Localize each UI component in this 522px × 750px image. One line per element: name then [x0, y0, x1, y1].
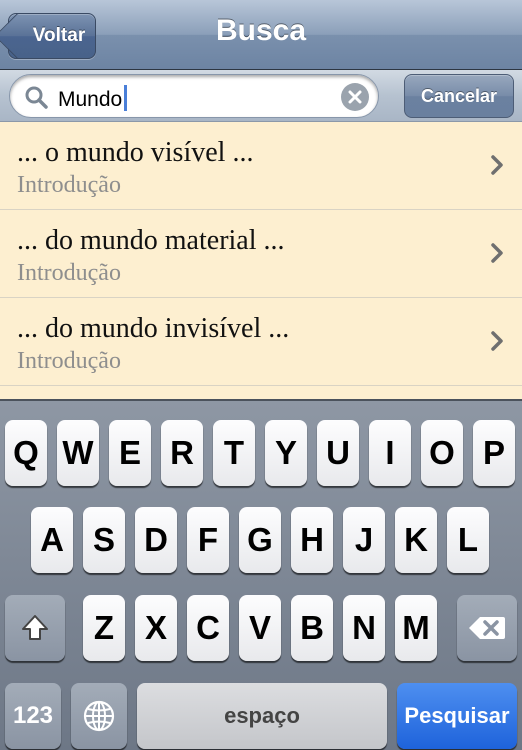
chevron-right-icon — [491, 331, 503, 351]
numbers-key[interactable]: 123 — [5, 683, 61, 749]
key-s[interactable]: S — [83, 507, 125, 573]
key-a[interactable]: A — [31, 507, 73, 573]
key-r[interactable]: R — [161, 420, 203, 486]
search-key[interactable]: Pesquisar — [397, 683, 517, 749]
globe-key[interactable] — [71, 683, 127, 749]
list-item[interactable]: ... do mundo invisível ... Introdução — [0, 298, 522, 386]
key-c[interactable]: C — [187, 595, 229, 661]
shift-icon — [22, 615, 48, 640]
shift-key[interactable] — [5, 595, 65, 661]
navigation-bar: Voltar Busca — [0, 0, 522, 70]
key-u[interactable]: U — [317, 420, 359, 486]
key-l[interactable]: L — [447, 507, 489, 573]
clear-search-button[interactable] — [341, 83, 369, 111]
keyboard: Q W E R T Y U I O P A S D F G H J K L Z … — [0, 399, 522, 750]
search-results-list: ... o mundo visível ... Introdução ... d… — [0, 122, 522, 400]
search-input-text: Mundo — [58, 85, 128, 112]
key-h[interactable]: H — [291, 507, 333, 573]
key-m[interactable]: M — [395, 595, 437, 661]
space-key[interactable]: espaço — [137, 683, 387, 749]
search-input-value: Mundo — [58, 88, 123, 111]
cancel-button[interactable]: Cancelar — [404, 74, 514, 118]
key-e[interactable]: E — [109, 420, 151, 486]
key-y[interactable]: Y — [265, 420, 307, 486]
backspace-icon — [469, 617, 505, 639]
close-icon — [348, 90, 362, 104]
key-d[interactable]: D — [135, 507, 177, 573]
key-n[interactable]: N — [343, 595, 385, 661]
key-w[interactable]: W — [57, 420, 99, 486]
chevron-right-icon — [491, 243, 503, 263]
list-item[interactable]: ... o mundo visível ... Introdução — [0, 122, 522, 210]
result-title: ... do mundo invisível ... — [17, 313, 290, 344]
search-icon — [25, 86, 48, 109]
result-title: ... do mundo material ... — [17, 225, 285, 256]
key-o[interactable]: O — [421, 420, 463, 486]
list-item[interactable] — [0, 386, 522, 400]
delete-key[interactable] — [457, 595, 517, 661]
result-subtitle: Introdução — [17, 260, 121, 286]
key-z[interactable]: Z — [83, 595, 125, 661]
result-title: ... o mundo visível ... — [17, 137, 254, 168]
result-subtitle: Introdução — [17, 348, 121, 374]
key-p[interactable]: P — [473, 420, 515, 486]
key-b[interactable]: B — [291, 595, 333, 661]
key-v[interactable]: V — [239, 595, 281, 661]
search-bar: Mundo Cancelar — [0, 70, 522, 122]
page-title: Busca — [215, 14, 307, 47]
result-subtitle: Introdução — [17, 172, 121, 198]
key-x[interactable]: X — [135, 595, 177, 661]
key-g[interactable]: G — [239, 507, 281, 573]
key-k[interactable]: K — [395, 507, 437, 573]
globe-icon — [83, 700, 115, 732]
text-caret — [124, 85, 128, 111]
key-i[interactable]: I — [369, 420, 411, 486]
key-f[interactable]: F — [187, 507, 229, 573]
list-item[interactable]: ... do mundo material ... Introdução — [0, 210, 522, 298]
chevron-right-icon — [491, 155, 503, 175]
key-t[interactable]: T — [213, 420, 255, 486]
search-input[interactable]: Mundo — [9, 74, 379, 118]
key-j[interactable]: J — [343, 507, 385, 573]
key-q[interactable]: Q — [5, 420, 47, 486]
